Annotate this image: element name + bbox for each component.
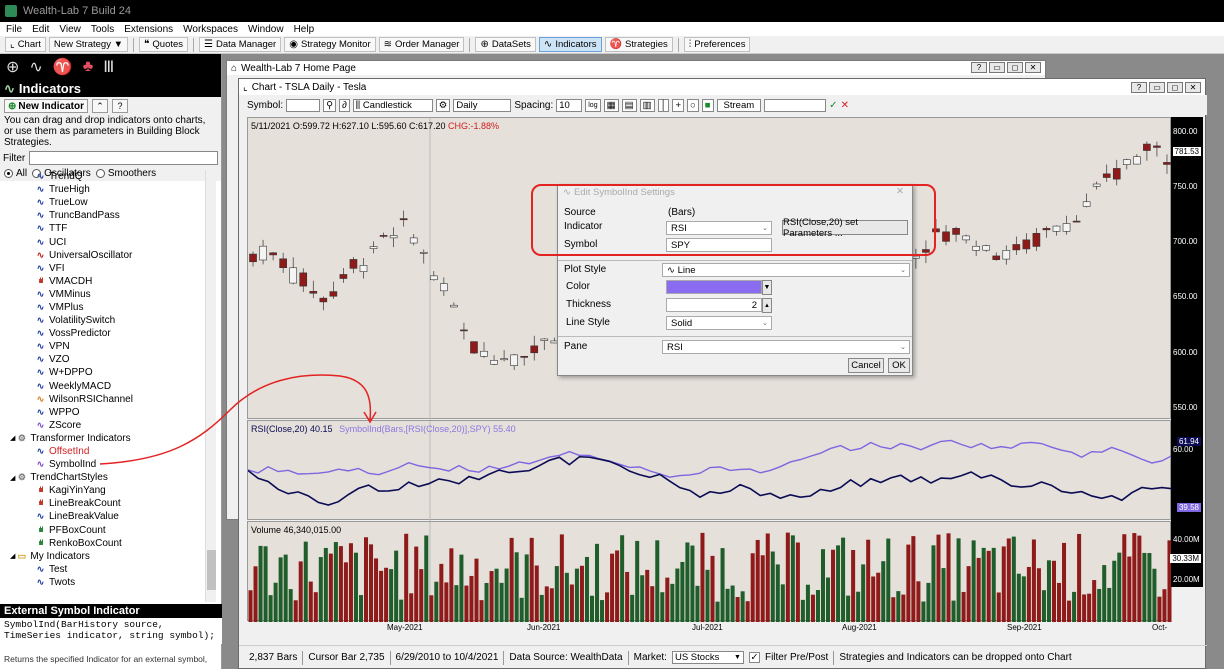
annotation-arrow [99,374,377,465]
